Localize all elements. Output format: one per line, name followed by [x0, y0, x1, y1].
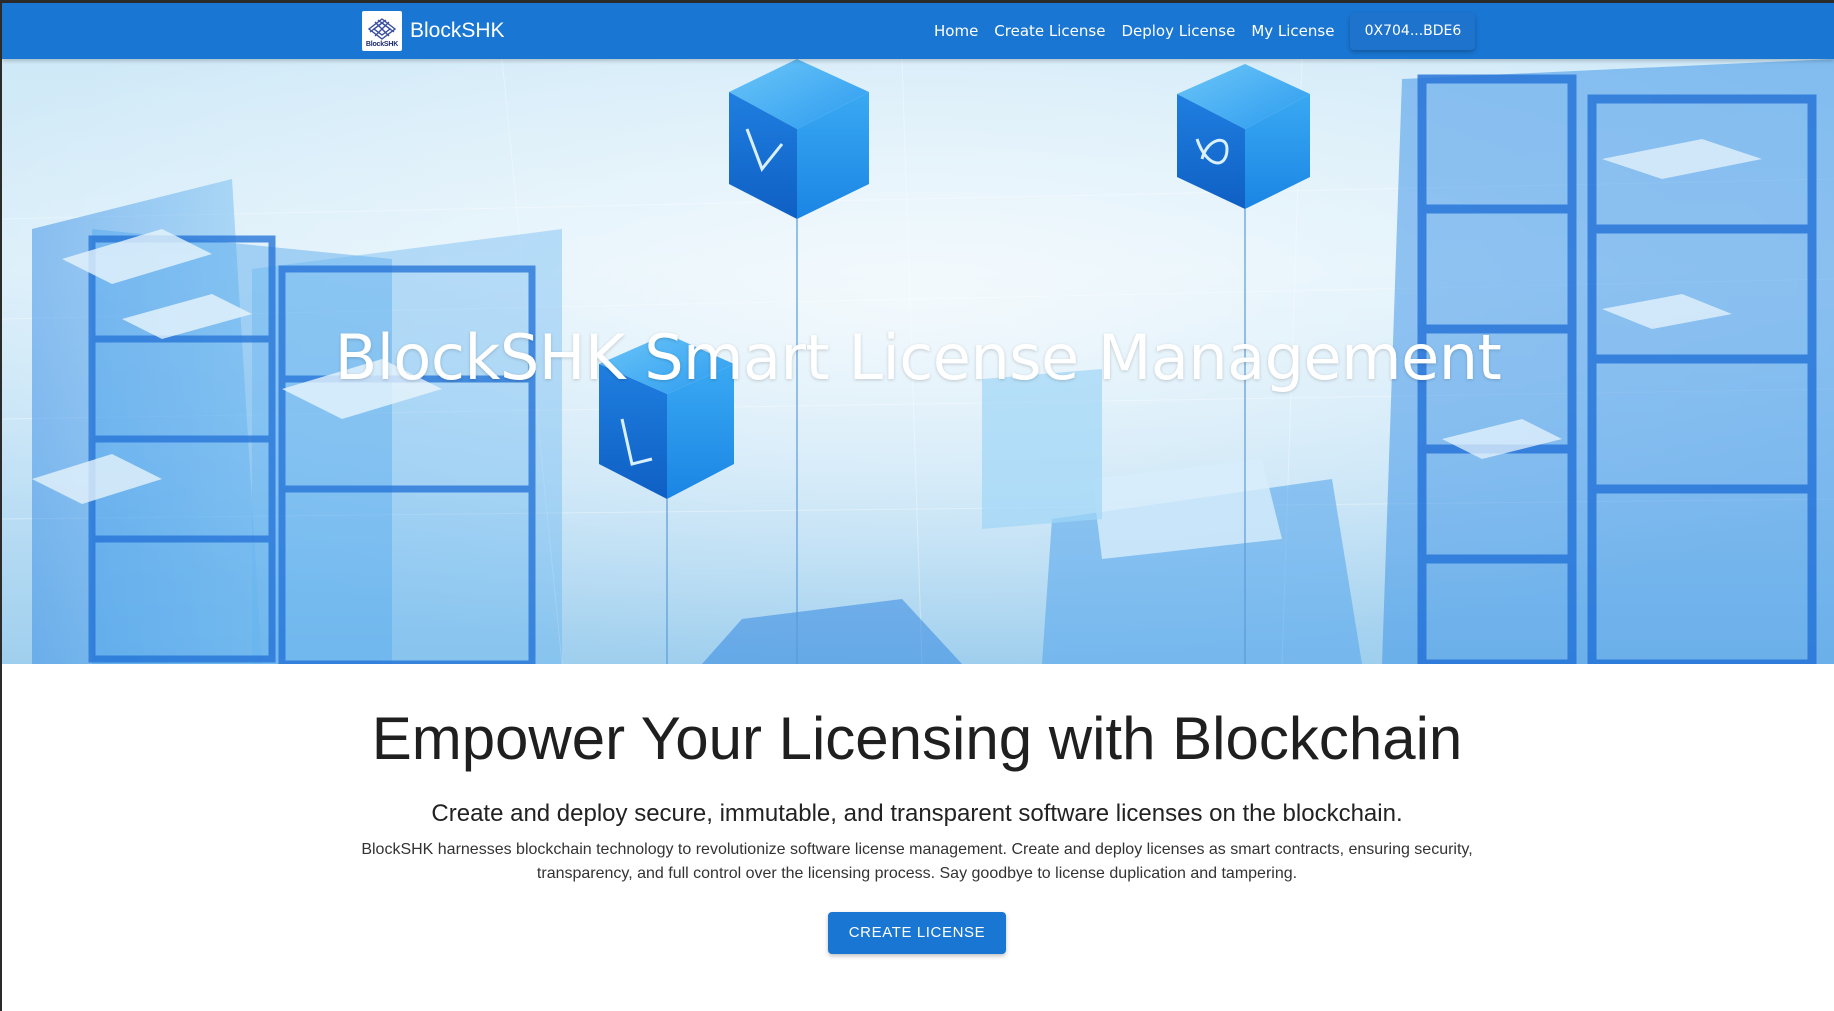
brand-name: BlockSHK [410, 19, 505, 42]
window-left-border [0, 0, 2, 1011]
brand-logo: BlockSHK [362, 11, 402, 51]
page-subheadline: Create and deploy secure, immutable, and… [431, 800, 1403, 827]
hero-banner: BlockSHK Smart License Management [2, 59, 1834, 664]
navbar: BlockSHK BlockSHK Home Create License De… [2, 3, 1834, 59]
logo-text: BlockSHK [365, 40, 399, 48]
nav-links: Home Create License Deploy License My Li… [934, 3, 1476, 59]
nav-link-home[interactable]: Home [934, 22, 978, 40]
nav-link-my-license[interactable]: My License [1251, 22, 1334, 40]
create-license-button[interactable]: CREATE LICENSE [828, 912, 1006, 954]
page-description: BlockSHK harnesses blockchain technology… [361, 841, 1473, 882]
page-headline: Empower Your Licensing with Blockchain [371, 705, 1463, 772]
logo-mark-icon [368, 17, 396, 40]
brand[interactable]: BlockSHK BlockSHK [362, 11, 505, 51]
main-content: Empower Your Licensing with Blockchain C… [0, 664, 1834, 954]
nav-link-deploy-license[interactable]: Deploy License [1121, 22, 1235, 40]
page: BlockSHK BlockSHK Home Create License De… [0, 0, 1834, 1011]
nav-link-create-license[interactable]: Create License [994, 22, 1105, 40]
hero-title: BlockSHK Smart License Management [334, 321, 1502, 394]
wallet-address-button[interactable]: 0X704...BDE6 [1350, 12, 1476, 50]
